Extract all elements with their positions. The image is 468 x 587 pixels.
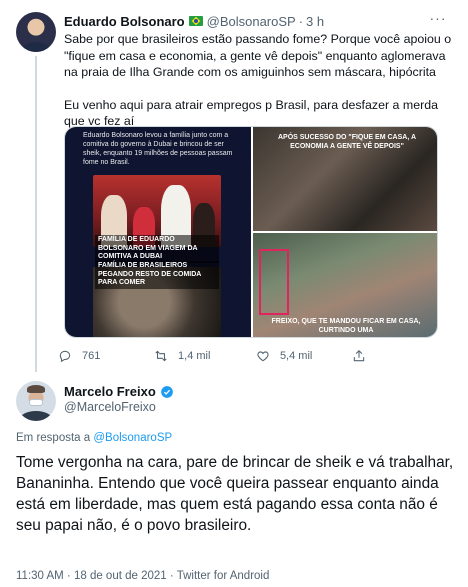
photo-crowd: APÓS SUCESSO DO "FIQUE EM CASA, A ECONOM…: [253, 127, 437, 231]
reply-icon: [59, 350, 71, 363]
media-image-right[interactable]: APÓS SUCESSO DO "FIQUE EM CASA, A ECONOM…: [253, 127, 437, 337]
more-options-icon[interactable]: ···: [427, 10, 449, 26]
tweet-paragraph: Sabe por que brasileiros estão passando …: [64, 32, 452, 79]
highlight-box: [259, 249, 289, 315]
reply-button[interactable]: 761: [58, 348, 154, 364]
tweet-meta[interactable]: 11:30 AM · 18 de out de 2021 · Twitter f…: [16, 570, 269, 582]
tweet-media[interactable]: Eduardo Bolsonaro levou a família junto …: [64, 126, 438, 338]
reply-context: Em resposta a @BolsonaroSP: [16, 432, 172, 444]
tweet-text: Tome vergonha na cara, pare de brincar d…: [16, 454, 454, 534]
reply-to-link[interactable]: @BolsonaroSP: [93, 432, 172, 444]
tweet-timestamp[interactable]: 3 h: [306, 14, 324, 29]
tweet-header: Eduardo Bolsonaro @BolsonaroSP · 3 h: [64, 12, 324, 30]
media-label: FREIXO, QUE TE MANDOU FICAR EM CASA, CUR…: [271, 318, 421, 334]
tweet-reply-focused[interactable]: Marcelo Freixo @MarceloFreixo Em respost…: [0, 372, 468, 587]
photo-beach: FREIXO, QUE TE MANDOU FICAR EM CASA, CUR…: [253, 233, 437, 337]
avatar-eduardo-bolsonaro[interactable]: [16, 12, 56, 52]
reply-count: 761: [82, 350, 101, 362]
thread-connector-line: [35, 56, 37, 372]
tweet-paragraph: Eu venho aqui para atrair empregos p Bra…: [64, 97, 438, 129]
media-label: FAMÍLIA DE BRASILEIROS PEGANDO RESTO DE …: [95, 261, 219, 289]
share-icon: [353, 350, 365, 362]
like-count: 5,4 mil: [279, 350, 313, 362]
verified-badge-icon: [160, 385, 173, 398]
like-button[interactable]: 5,4 mil: [256, 348, 352, 364]
separator-dot: ·: [298, 13, 304, 29]
author-handle[interactable]: @MarceloFreixo: [64, 400, 156, 414]
author-name[interactable]: Eduardo Bolsonaro: [64, 14, 185, 29]
media-label: APÓS SUCESSO DO "FIQUE EM CASA, A ECONOM…: [277, 134, 417, 150]
reply-prefix: Em resposta a: [16, 432, 91, 444]
retweet-count: 1,4 mil: [178, 350, 211, 362]
media-label: FAMÍLIA DE EDUARDO BOLSONARO EM VIAGEM D…: [95, 235, 219, 263]
brazil-flag-icon: [188, 16, 203, 26]
retweet-button[interactable]: 1,4 mil: [154, 348, 256, 364]
retweet-icon: [155, 350, 167, 362]
tweet-original[interactable]: Eduardo Bolsonaro @BolsonaroSP · 3 h ···…: [0, 0, 468, 372]
share-button[interactable]: [352, 348, 448, 364]
avatar-marcelo-freixo[interactable]: [16, 381, 56, 421]
heart-icon: [257, 351, 269, 362]
author-name[interactable]: Marcelo Freixo: [64, 384, 156, 399]
media-caption: Eduardo Bolsonaro levou a família junto …: [83, 132, 233, 166]
author-handle[interactable]: @BolsonaroSP: [207, 14, 296, 29]
tweet-actions: 761 1,4 mil 5,4 mil: [58, 348, 448, 364]
author-name-row: Marcelo Freixo: [64, 384, 174, 399]
media-image-left[interactable]: Eduardo Bolsonaro levou a família junto …: [65, 127, 251, 337]
